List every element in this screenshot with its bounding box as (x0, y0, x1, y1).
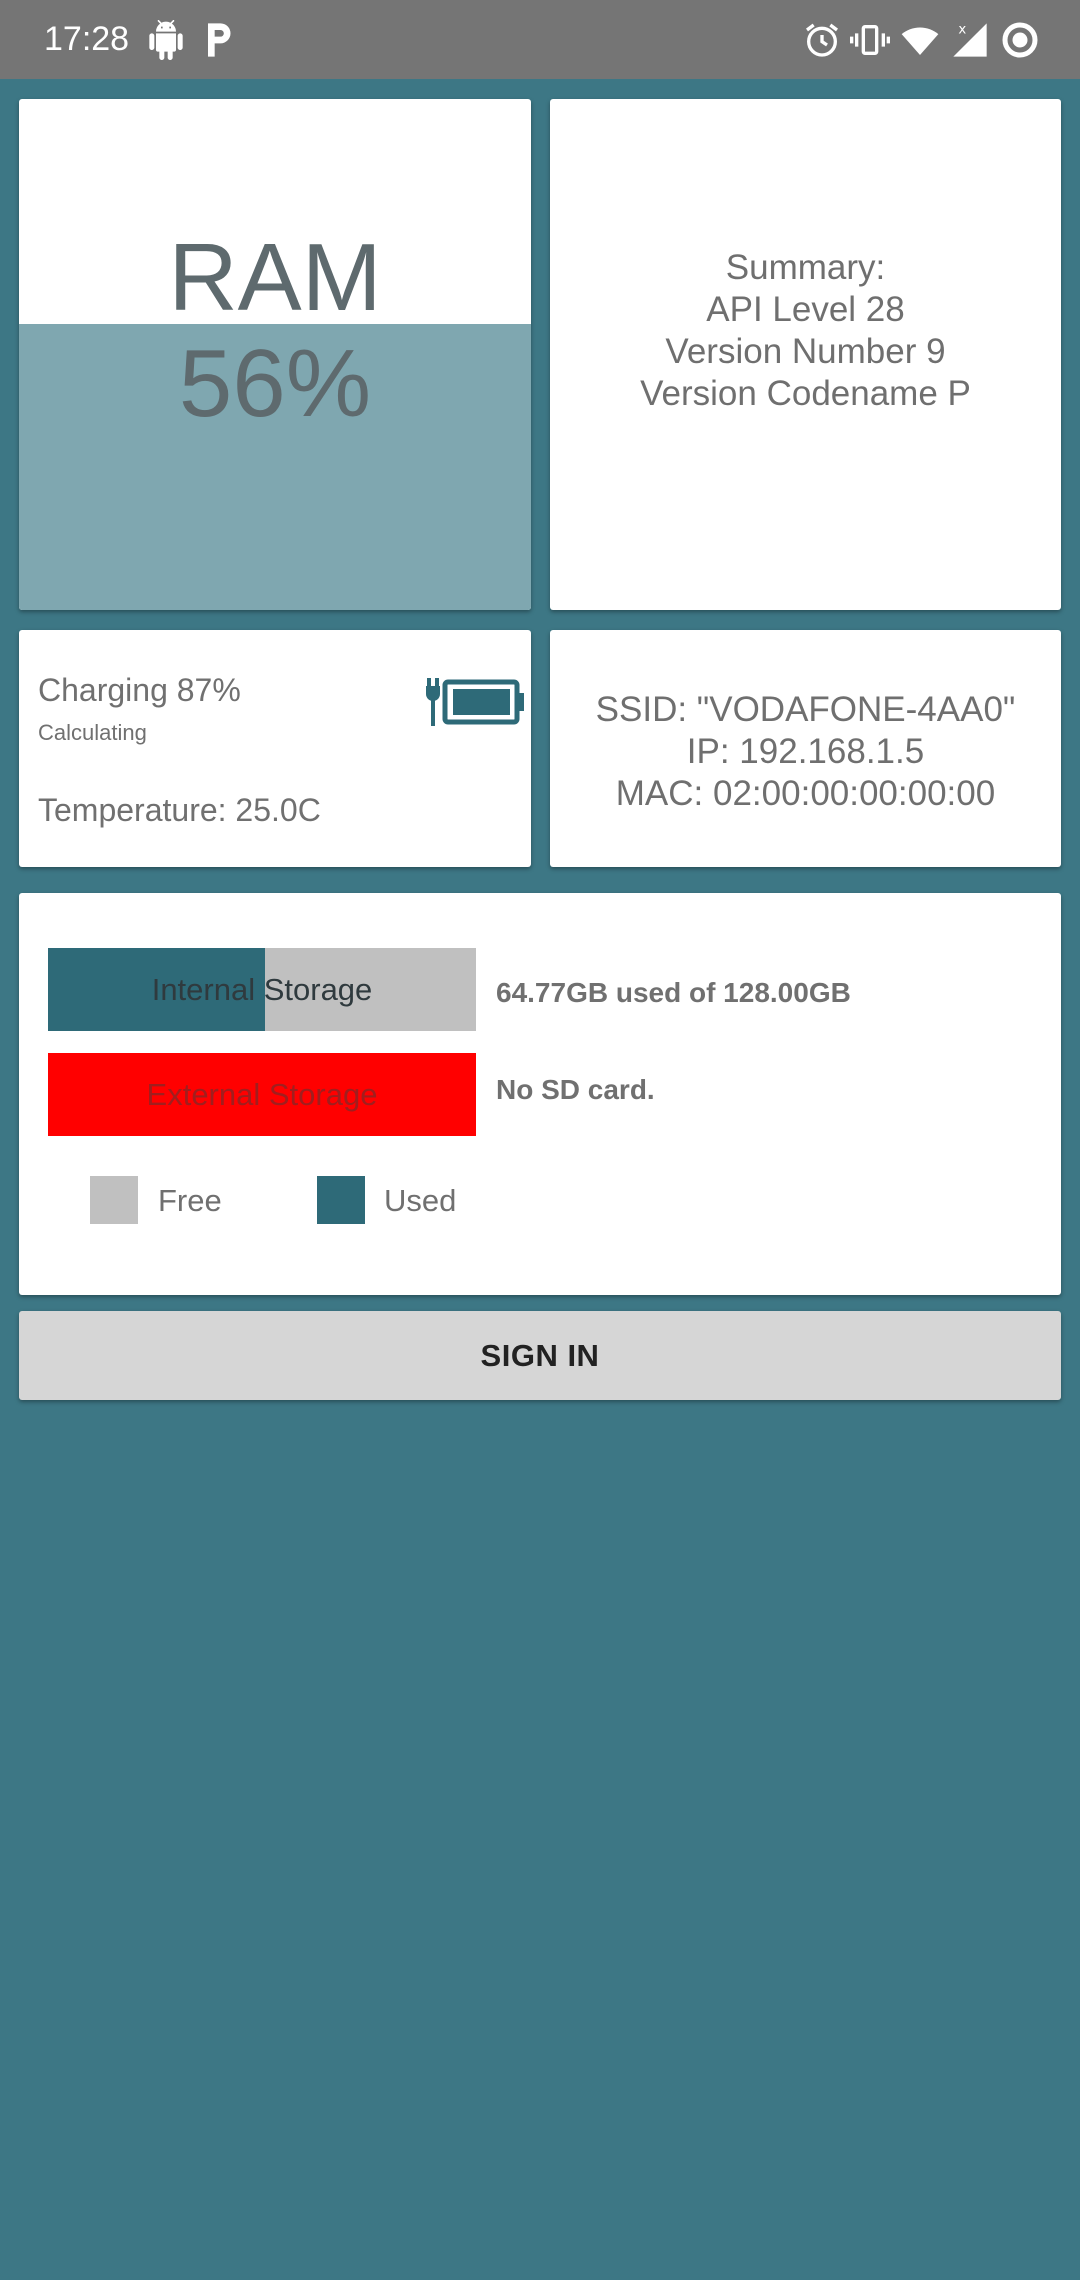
summary-api-level: API Level 28 (706, 289, 905, 329)
legend-free-label: Free (158, 1183, 222, 1218)
status-time: 17:28 (44, 20, 130, 58)
parking-p-icon (208, 23, 231, 57)
external-storage-label: External Storage (146, 1076, 378, 1112)
battery-card[interactable]: Charging 87% Calculating Temperature: 25… (19, 630, 531, 867)
charging-time-remaining: Calculating (38, 720, 147, 745)
summary-card[interactable]: Summary: API Level 28 Version Number 9 V… (550, 99, 1061, 610)
internal-storage-bar: Internal Storage (48, 948, 476, 1031)
network-mac: MAC: 02:00:00:00:00:00 (615, 773, 996, 813)
internal-storage-label: Internal Storage (151, 971, 373, 1007)
ram-text: RAM 56% (19, 99, 531, 610)
summary-text: Summary: API Level 28 Version Number 9 V… (550, 99, 1061, 610)
network-ssid: SSID: "VODAFONE-4AA0" (595, 689, 1016, 729)
summary-version-codename: Version Codename P (640, 373, 971, 413)
legend-free-swatch (90, 1176, 138, 1224)
network-card[interactable]: SSID: "VODAFONE-4AA0" IP: 192.168.1.5 MA… (550, 630, 1061, 867)
storage-card[interactable]: Internal Storage 64.77GB used of 128.00G… (19, 893, 1061, 1295)
ram-card[interactable]: RAM 56% (19, 99, 531, 610)
sign-in-button[interactable]: SIGN IN (19, 1311, 1061, 1400)
alarm-icon (806, 23, 838, 57)
network-ip: IP: 192.168.1.5 (686, 731, 925, 771)
charging-status: Charging 87% (38, 672, 241, 708)
external-storage-info: No SD card. (496, 1074, 655, 1105)
summary-version-number: Version Number 9 (665, 331, 946, 371)
ram-label: RAM (168, 223, 382, 331)
status-bar: 17:28 x (0, 0, 1080, 79)
wifi-icon (901, 27, 939, 55)
legend-used-swatch (317, 1176, 365, 1224)
record-icon (1002, 22, 1038, 58)
android-icon (149, 20, 183, 60)
internal-storage-info: 64.77GB used of 128.00GB (496, 977, 851, 1008)
battery-charging-icon (426, 678, 524, 726)
svg-text:x: x (958, 22, 966, 37)
cell-signal-icon: x (953, 22, 987, 57)
ram-percent: 56% (178, 329, 372, 437)
network-info: SSID: "VODAFONE-4AA0" IP: 192.168.1.5 MA… (550, 630, 1061, 867)
external-storage-bar: External Storage (48, 1053, 476, 1136)
battery-temperature: Temperature: 25.0C (38, 792, 321, 828)
vibrate-icon (850, 25, 890, 55)
summary-title: Summary: (725, 247, 886, 287)
legend-used-label: Used (384, 1183, 457, 1218)
